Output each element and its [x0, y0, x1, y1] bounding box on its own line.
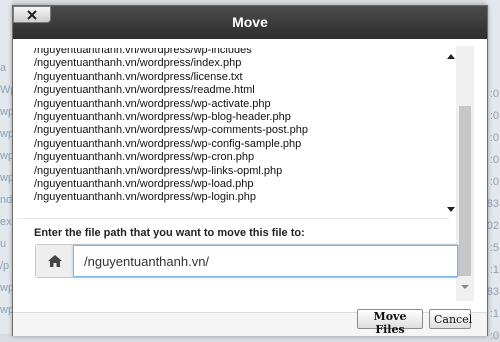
background-text-fragment: 83 [486, 286, 499, 298]
destination-path-list[interactable]: /nguyentuanthanh.vn/wordpress/wp-include… [30, 48, 462, 216]
background-text-fragment: :0 [489, 110, 499, 122]
path-list-item[interactable]: /nguyentuanthanh.vn/wordpress/wp-include… [34, 48, 252, 56]
path-input-group [35, 244, 459, 278]
cancel-button[interactable]: Cancel [429, 309, 472, 329]
path-list-item[interactable]: /nguyentuanthanh.vn/wordpress/wp-links-o… [34, 165, 282, 177]
path-list-item[interactable]: /nguyentuanthanh.vn/wordpress/wp-cron.ph… [34, 151, 254, 163]
background-text-fragment: ex [0, 216, 12, 228]
background-text-fragment: :0 [489, 132, 499, 144]
background-right-edge [486, 0, 500, 334]
chevron-down-icon [461, 284, 469, 289]
background-text-fragment: u [0, 238, 7, 250]
home-addon [36, 245, 74, 277]
path-list-item[interactable]: /nguyentuanthanh.vn/wordpress/license.tx… [34, 71, 243, 83]
background-text-fragment: /p [0, 260, 10, 272]
chevron-down-icon [447, 207, 455, 212]
path-list-item[interactable]: /nguyentuanthanh.vn/wordpress/wp-blog-he… [34, 111, 291, 123]
path-list-item[interactable]: /nguyentuanthanh.vn/wordpress/wp-load.ph… [34, 178, 254, 190]
background-text-fragment: :0 [489, 176, 499, 188]
divider [17, 218, 449, 219]
background-text-fragment: a [0, 62, 7, 74]
path-list-item[interactable]: /nguyentuanthanh.vn/wordpress/wp-comment… [34, 124, 308, 136]
dialog-title: Move [232, 14, 268, 30]
move-dialog: Move /nguyentuanthanh.vn/wordpress/wp-in… [12, 5, 488, 336]
dialog-titlebar: Move [13, 6, 487, 39]
path-list-item[interactable]: /nguyentuanthanh.vn/wordpress/readme.htm… [34, 84, 255, 96]
dialog-scroll-down-button[interactable] [459, 282, 471, 292]
dialog-scrollbar-thumb[interactable] [459, 106, 471, 276]
background-text-fragment: :5 [489, 242, 499, 254]
home-icon [47, 255, 62, 267]
chevron-up-icon [447, 54, 455, 59]
background-text-fragment: :1 [489, 308, 499, 320]
path-list-item[interactable]: /nguyentuanthanh.vn/wordpress/wp-config-… [34, 138, 301, 150]
background-text-fragment: :0 [489, 154, 499, 166]
background-text-fragment: :0 [489, 88, 499, 100]
path-list-item[interactable]: /nguyentuanthanh.vn/wordpress/index.php [34, 57, 241, 69]
background-text-fragment: 83 [486, 198, 499, 210]
path-input[interactable] [73, 245, 458, 277]
move-files-button[interactable]: Move Files [357, 309, 423, 336]
background-text-fragment: :1 [489, 264, 499, 276]
background-text-fragment: :0 [489, 330, 499, 342]
path-list-item[interactable]: /nguyentuanthanh.vn/wordpress/wp-login.p… [34, 191, 256, 203]
path-list-item[interactable]: /nguyentuanthanh.vn/wordpress/wp-activat… [34, 98, 271, 110]
path-prompt-label: Enter the file path that you want to mov… [34, 227, 305, 239]
background-text-fragment: nd [0, 194, 13, 206]
background-text-fragment: 02 [486, 220, 499, 232]
